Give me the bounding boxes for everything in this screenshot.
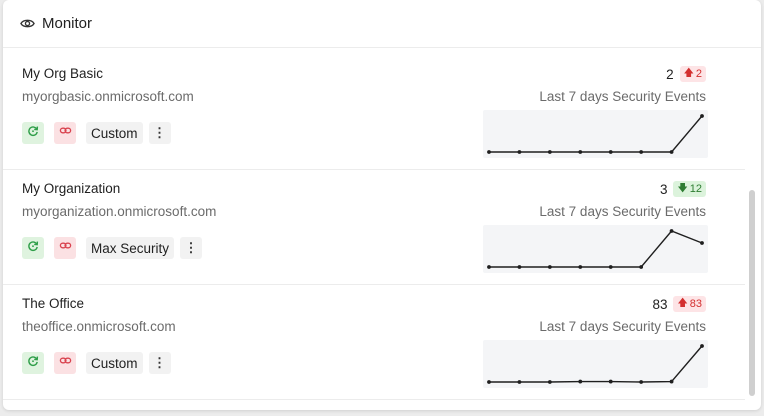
- sparkline-point: [517, 150, 522, 154]
- sparkline-point: [517, 380, 522, 384]
- tenant-domain: myorganization.onmicrosoft.com: [22, 204, 217, 219]
- arrow-up-icon: 🡅: [677, 297, 688, 309]
- monitor-header: Monitor: [3, 0, 761, 48]
- link-button[interactable]: [54, 352, 76, 374]
- more-options-button[interactable]: ⋮: [148, 122, 171, 144]
- sparkline-point: [547, 380, 552, 384]
- arrow-down-icon: 🡇: [677, 182, 688, 194]
- more-vertical-icon: ⋮: [153, 355, 167, 370]
- link-icon: [59, 354, 72, 372]
- tenant-domain: theoffice.onmicrosoft.com: [22, 319, 176, 334]
- scrollbar-thumb[interactable]: [749, 190, 755, 396]
- more-vertical-icon: ⋮: [153, 125, 167, 140]
- link-button[interactable]: [54, 237, 76, 259]
- security-events-sparkline: [483, 340, 708, 388]
- sparkline-caption: Last 7 days Security Events: [539, 89, 706, 104]
- change-value: 2: [695, 68, 702, 80]
- security-events-sparkline: [483, 225, 708, 273]
- arrow-up-icon: 🡅: [683, 67, 694, 79]
- refresh-icon: [27, 354, 39, 372]
- tenant-row: The Office theoffice.onmicrosoft.com Cus…: [3, 285, 745, 400]
- sparkline-line: [489, 230, 703, 268]
- change-value: 12: [689, 183, 702, 195]
- sparkline-point: [669, 229, 674, 233]
- tenant-domain: myorgbasic.onmicrosoft.com: [22, 89, 194, 104]
- sync-button[interactable]: [22, 237, 44, 259]
- sparkline-caption: Last 7 days Security Events: [539, 204, 706, 219]
- more-vertical-icon: ⋮: [184, 240, 198, 255]
- sparkline-point: [700, 114, 704, 118]
- sparkline-point: [639, 150, 644, 154]
- more-options-button[interactable]: ⋮: [148, 352, 171, 374]
- refresh-icon: [27, 239, 39, 257]
- event-count: 83: [652, 296, 668, 312]
- sparkline-point: [639, 380, 644, 384]
- sparkline-point: [578, 150, 583, 154]
- sparkline-point: [487, 265, 491, 269]
- sync-button[interactable]: [22, 122, 44, 144]
- sparkline-point: [608, 379, 613, 384]
- tenant-name[interactable]: The Office: [22, 296, 84, 311]
- sparkline-point: [669, 379, 674, 384]
- policy-chip[interactable]: Custom: [86, 122, 143, 144]
- event-count: 3: [659, 181, 668, 197]
- sparkline-line: [489, 115, 703, 153]
- tenant-row: My Org Basic myorgbasic.onmicrosoft.com …: [3, 55, 745, 170]
- sparkline-point: [487, 380, 491, 384]
- refresh-icon: [27, 124, 39, 142]
- change-badge: 🡅 2: [679, 66, 706, 82]
- sparkline-line: [489, 345, 703, 383]
- link-icon: [59, 239, 72, 257]
- event-count: 2: [666, 66, 674, 82]
- security-events-sparkline: [483, 110, 708, 158]
- link-icon: [59, 124, 72, 142]
- sparkline-point: [487, 150, 491, 154]
- change-value: 83: [689, 298, 702, 310]
- link-button[interactable]: [54, 122, 76, 144]
- sparkline-point: [608, 150, 613, 154]
- eye-icon: [20, 16, 35, 31]
- tenant-row: My Organization myorganization.onmicroso…: [3, 170, 745, 285]
- policy-chip[interactable]: Max Security: [86, 237, 175, 259]
- sparkline-point: [578, 265, 583, 269]
- tenant-list: My Org Basic myorgbasic.onmicrosoft.com …: [3, 55, 745, 400]
- sparkline-point: [700, 241, 704, 245]
- sparkline-point: [639, 265, 644, 269]
- sparkline-point: [608, 265, 613, 269]
- sparkline-caption: Last 7 days Security Events: [539, 319, 706, 334]
- change-badge: 🡅 83: [673, 296, 706, 312]
- tenant-name[interactable]: My Org Basic: [22, 66, 103, 81]
- sparkline-point: [669, 150, 674, 154]
- change-badge: 🡇 12: [673, 181, 706, 197]
- sparkline-point: [547, 265, 552, 269]
- sparkline-point: [578, 379, 583, 384]
- tenant-name[interactable]: My Organization: [22, 181, 120, 196]
- sparkline-point: [700, 344, 704, 348]
- policy-chip[interactable]: Custom: [86, 352, 143, 374]
- monitor-title: Monitor: [42, 15, 93, 32]
- more-options-button[interactable]: ⋮: [180, 237, 203, 259]
- sparkline-point: [547, 150, 552, 154]
- sync-button[interactable]: [22, 352, 44, 374]
- sparkline-point: [517, 265, 522, 269]
- monitor-card: Monitor My Org Basic myorgbasic.onmicros…: [3, 0, 761, 410]
